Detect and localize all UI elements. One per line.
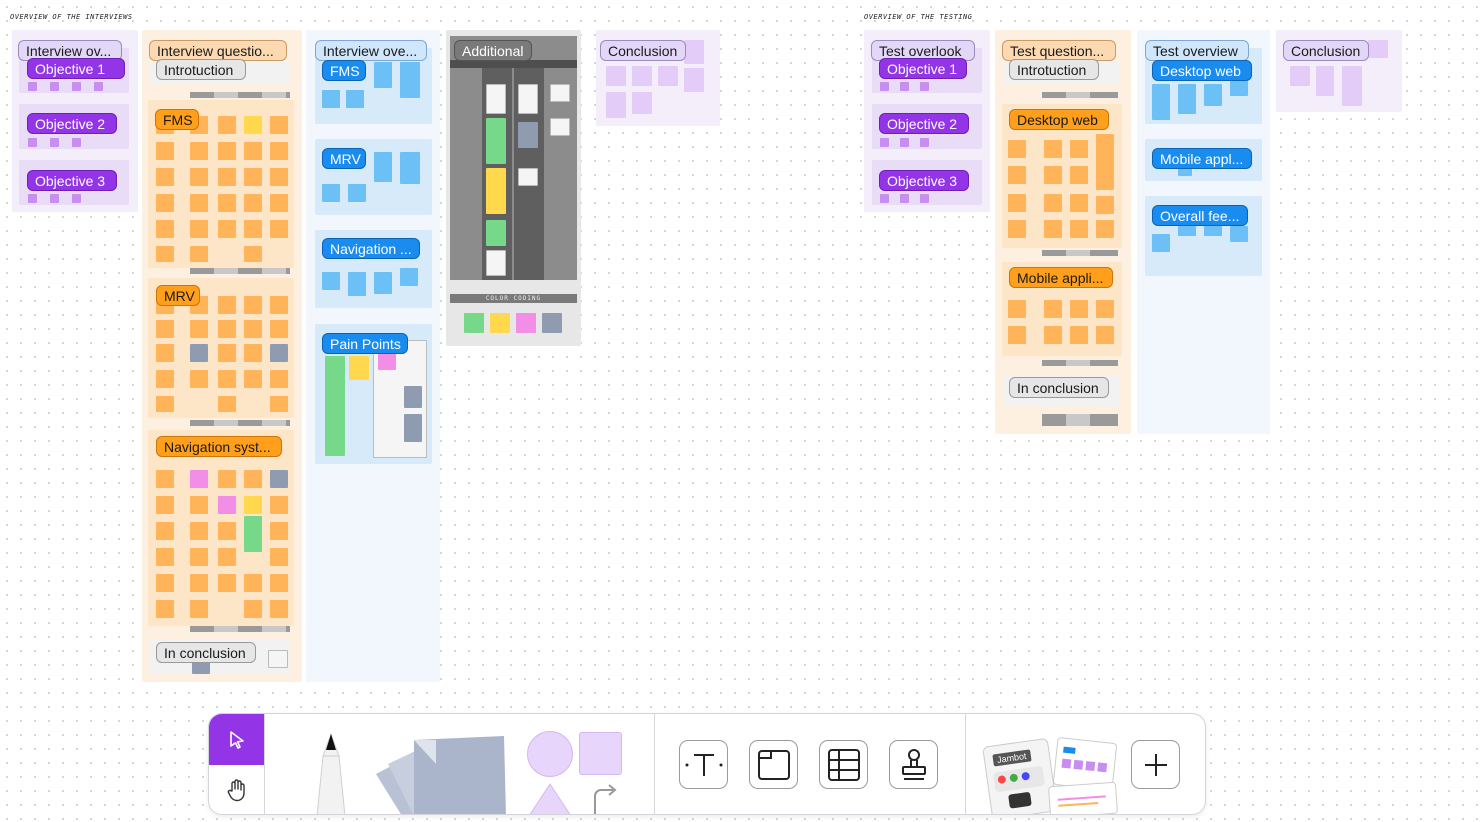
label-test-overview[interactable]: Test overview: [1145, 40, 1249, 61]
label-mrv-overview[interactable]: MRV: [322, 148, 366, 169]
pen-tool-icon[interactable]: [309, 732, 353, 815]
cursor-arrow-icon: [229, 730, 244, 749]
square-shape-icon: [579, 732, 622, 775]
color-code-yellow: [490, 313, 510, 333]
plus-icon: [1144, 753, 1167, 776]
label-navigation-system[interactable]: Navigation syst...: [156, 436, 282, 457]
label-overall-feedback[interactable]: Overall fee...: [1152, 205, 1248, 226]
template-card-chart: [1047, 781, 1119, 814]
whiteboard-canvas[interactable]: OVERVIEW OF THE INTERVIEWS Interview ov.…: [0, 0, 1482, 822]
section-title-interviews: OVERVIEW OF THE INTERVIEWS: [10, 13, 133, 21]
label-fms[interactable]: FMS: [155, 109, 199, 130]
jambot-badge: Jambot: [992, 749, 1032, 767]
connector-arrow-icon: [594, 784, 617, 814]
label-interview-overview-col3[interactable]: Interview ove...: [315, 40, 427, 61]
label-navigation-overview[interactable]: Navigation ...: [322, 238, 420, 259]
label-mobile-app-overview[interactable]: Mobile appl...: [1152, 148, 1252, 169]
label-in-conclusion[interactable]: In conclusion: [156, 642, 256, 663]
label-conclusion-testing[interactable]: Conclusion: [1283, 40, 1369, 61]
label-conclusion-interviews[interactable]: Conclusion: [600, 40, 686, 61]
label-test-introduction[interactable]: Introtuction: [1009, 59, 1099, 80]
hand-icon: [227, 779, 245, 802]
sticky-note-tool-icon[interactable]: [374, 734, 514, 815]
table-icon: [827, 748, 860, 781]
label-interview-questions[interactable]: Interview questio...: [149, 40, 287, 61]
label-desktop-web-overview[interactable]: Desktop web: [1152, 60, 1252, 81]
label-test-objective-3[interactable]: Objective 3: [879, 170, 969, 191]
label-mrv[interactable]: MRV: [156, 285, 200, 306]
color-code-gray: [542, 313, 562, 333]
hand-tool-button[interactable]: [209, 765, 264, 814]
color-code-green: [464, 313, 484, 333]
label-additional[interactable]: Additional: [454, 40, 532, 61]
label-test-objective-1[interactable]: Objective 1: [879, 58, 967, 79]
section-tool-button[interactable]: [749, 740, 798, 789]
label-objective-2[interactable]: Objective 2: [27, 113, 117, 134]
label-introduction[interactable]: Introtuction: [156, 59, 246, 80]
text-tool-button[interactable]: [679, 740, 728, 789]
bottom-toolbar: Jambot: [208, 713, 1206, 815]
label-fms-overview[interactable]: FMS: [322, 60, 366, 81]
label-test-questions[interactable]: Test question...: [1002, 40, 1116, 61]
label-desktop-web-questions[interactable]: Desktop web: [1009, 109, 1109, 130]
label-test-in-conclusion[interactable]: In conclusion: [1009, 377, 1109, 398]
jambot-card: Jambot: [982, 737, 1058, 814]
label-test-objective-2[interactable]: Objective 2: [879, 113, 969, 134]
label-pain-points[interactable]: Pain Points: [322, 333, 408, 354]
section-title-testing: OVERVIEW OF THE TESTING: [864, 13, 973, 21]
section-frame-icon: [757, 749, 790, 780]
stamp-tool-button[interactable]: [889, 740, 938, 789]
text-icon: [685, 753, 722, 776]
label-mobile-app-questions[interactable]: Mobile appli...: [1009, 267, 1113, 288]
color-code-pink: [516, 313, 536, 333]
table-tool-button[interactable]: [819, 740, 868, 789]
select-tool-button[interactable]: [209, 714, 264, 765]
triangle-shape-icon: [529, 783, 571, 814]
circle-shape-icon: [527, 731, 573, 777]
label-objective-3[interactable]: Objective 3: [27, 170, 117, 191]
stamp-icon: [901, 748, 926, 780]
label-objective-1[interactable]: Objective 1: [27, 58, 125, 79]
color-coding-bar: COLOR CODING: [450, 294, 577, 303]
add-more-button[interactable]: [1131, 740, 1180, 789]
